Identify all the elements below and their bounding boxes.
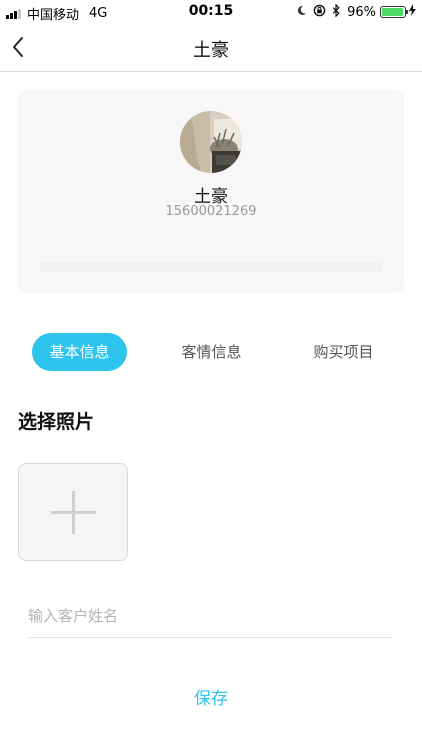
battery-percent: 96%: [347, 4, 376, 20]
profile-phone: 15600021269: [165, 204, 257, 219]
customer-detail-screen: 中国移动 4G 00:15 96% 土豪 土豪 15600021269 基本信息…: [0, 0, 422, 750]
status-right: 96%: [290, 3, 416, 20]
profile-card: 土豪 15600021269: [18, 90, 404, 293]
rotation-lock-icon: [313, 4, 326, 20]
bluetooth-icon: [332, 3, 341, 20]
card-divider-bar: [40, 262, 382, 272]
battery-level: [382, 8, 404, 16]
avatar[interactable]: [180, 111, 242, 173]
navigation-bar: 土豪: [0, 24, 422, 72]
battery-icon: [380, 6, 408, 18]
status-bar: 中国移动 4G 00:15 96%: [0, 0, 422, 24]
charging-bolt-icon: [409, 4, 416, 20]
add-photo-button[interactable]: [18, 463, 128, 561]
page-title: 土豪: [193, 40, 229, 61]
tab-customer-relations[interactable]: 客情信息: [164, 333, 259, 371]
tab-basic-info[interactable]: 基本信息: [32, 333, 127, 371]
save-button[interactable]: 保存: [171, 680, 251, 716]
moon-icon: [296, 5, 307, 19]
photo-section-title: 选择照片: [18, 411, 95, 433]
info-tabs: 基本信息 客情信息 购买项目: [0, 333, 422, 371]
customer-name-input[interactable]: [28, 594, 392, 638]
tab-purchased-items[interactable]: 购买项目: [296, 333, 391, 371]
